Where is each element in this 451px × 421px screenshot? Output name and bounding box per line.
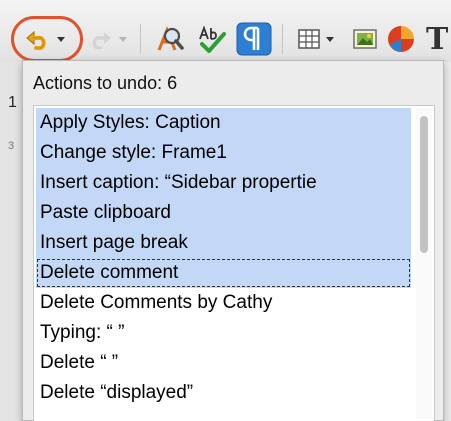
redo-dropdown-arrow-icon[interactable] <box>119 36 127 42</box>
formatting-marks-icon <box>236 22 272 56</box>
find-replace-button[interactable] <box>152 22 188 56</box>
ruler-mark: 1 <box>8 94 17 111</box>
scrollbar-thumb[interactable] <box>420 116 428 253</box>
table-dropdown-arrow-icon[interactable] <box>326 36 334 42</box>
undo-list-item[interactable]: Insert caption: “Sidebar propertie <box>36 168 411 198</box>
standard-toolbar: T <box>0 0 451 62</box>
redo-button[interactable] <box>86 22 130 56</box>
undo-list-item[interactable]: Change style: Frame1 <box>36 138 411 168</box>
undo-actions-list[interactable]: Apply Styles: Caption Change style: Fram… <box>33 105 435 421</box>
undo-list-item[interactable]: Delete “ ” <box>36 348 411 378</box>
insert-image-button[interactable] <box>350 22 380 56</box>
undo-list-item[interactable]: Delete “displayed” <box>36 378 411 408</box>
chart-icon <box>388 26 414 52</box>
formatting-marks-button[interactable] <box>234 22 274 56</box>
spellcheck-icon <box>199 25 226 53</box>
undo-list-popup: Actions to undo: 6 Apply Styles: Caption… <box>22 60 444 421</box>
document-edge: 1 3 <box>0 62 23 421</box>
image-icon <box>353 29 377 49</box>
undo-list-item[interactable]: Delete Comments by Cathy <box>36 288 411 318</box>
screenshot: T 1 3 Actions to undo: 6 Apply Styles: C… <box>0 0 451 421</box>
undo-list-scrollbar[interactable] <box>416 108 432 419</box>
undo-list-item[interactable]: Insert page break <box>36 228 411 258</box>
undo-list-item[interactable]: Delete comment <box>36 258 411 288</box>
find-replace-icon <box>157 25 184 51</box>
toolbar-separator <box>282 24 283 54</box>
undo-list-item[interactable]: Apply Styles: Caption <box>36 108 411 138</box>
spelling-button[interactable] <box>194 22 230 56</box>
insert-table-button[interactable] <box>292 22 340 56</box>
actions-to-undo-label: Actions to undo: 6 <box>33 73 178 93</box>
toolbar-separator <box>140 24 141 54</box>
insert-text-box-button[interactable]: T <box>426 21 451 57</box>
undo-highlight-ring <box>11 16 83 62</box>
table-icon <box>298 29 320 49</box>
ruler-mark: 3 <box>8 140 15 152</box>
redo-icon <box>92 32 111 49</box>
text-icon: T <box>426 21 449 57</box>
undo-list-item[interactable]: Typing: “ ” <box>36 318 411 348</box>
insert-chart-button[interactable] <box>384 22 418 56</box>
undo-list-item[interactable]: Paste clipboard <box>36 198 411 228</box>
